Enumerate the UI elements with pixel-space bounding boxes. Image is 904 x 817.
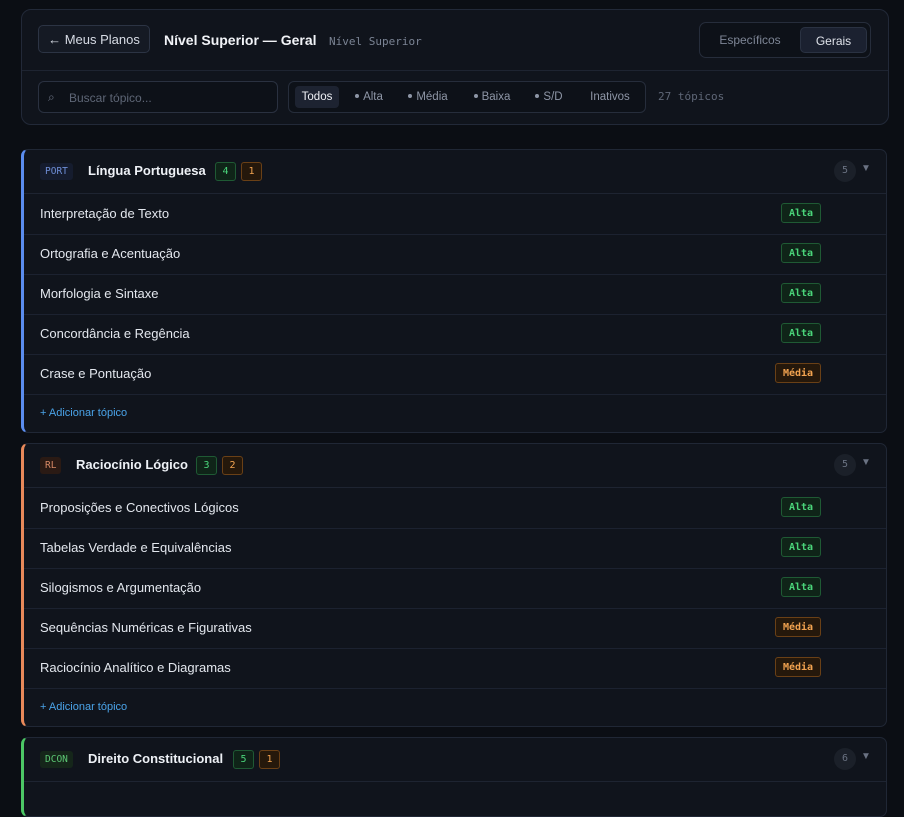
topic-name: Proposições e Conectivos Lógicos	[40, 500, 239, 515]
count-media: 1	[241, 162, 262, 181]
topic-row[interactable]: Morfologia e Sintaxe Alta	[24, 274, 886, 315]
filter-sd[interactable]: S/D	[529, 86, 569, 108]
filter-label: Inativos	[590, 91, 630, 103]
topic-name: Interpretação de Texto	[40, 206, 170, 221]
dot-icon	[355, 93, 360, 98]
topic-count: 27 tópicos	[658, 90, 725, 103]
subject-section-dcon: DCON Direito Constitucional 5 1 6 ▼	[21, 737, 887, 817]
subject-name: Língua Portuguesa	[88, 163, 206, 178]
filter-label: Alta	[363, 91, 383, 103]
topic-row[interactable]: Silogismos e Argumentação Alta	[24, 568, 886, 609]
section-header[interactable]: RL Raciocínio Lógico 3 2 5 ▼	[24, 444, 886, 488]
count-alta: 4	[215, 162, 236, 181]
topic-name: Raciocínio Analítico e Diagramas	[40, 660, 231, 675]
search-input[interactable]	[67, 82, 271, 114]
toggle-especificos[interactable]: Específicos	[704, 27, 796, 53]
subject-section-port: PORT Língua Portuguesa 4 1 5 ▼ Interpret…	[21, 149, 887, 433]
dot-icon	[408, 93, 413, 98]
priority-badge[interactable]: Alta	[781, 323, 821, 343]
search-icon: ⌕	[48, 90, 55, 104]
toolbar-row: ⌕ Todos Alta Média Baixa S/D Inativos 27…	[22, 71, 888, 124]
topic-row[interactable]: Sequências Numéricas e Figurativas Média	[24, 608, 886, 649]
priority-badge[interactable]: Alta	[781, 203, 821, 223]
dot-icon	[535, 93, 540, 98]
topic-row[interactable]: Crase e Pontuação Média	[24, 354, 886, 395]
topic-row[interactable]: Tabelas Verdade e Equivalências Alta	[24, 528, 886, 569]
back-to-plans-button[interactable]: ← Meus Planos	[38, 25, 150, 53]
topic-name: Morfologia e Sintaxe	[40, 286, 159, 301]
chevron-down-icon[interactable]: ▼	[861, 457, 871, 468]
filter-label: Baixa	[481, 91, 511, 103]
subject-code: DCON	[40, 751, 73, 768]
dot-icon	[473, 93, 478, 98]
priority-badge[interactable]: Alta	[781, 497, 821, 517]
topic-name: Crase e Pontuação	[40, 366, 152, 381]
header-row: ← Meus Planos Nível Superior — Geral Nív…	[22, 10, 888, 71]
subject-name: Direito Constitucional	[88, 751, 224, 766]
filter-label: Média	[416, 91, 448, 103]
filter-label: Todos	[301, 91, 333, 103]
priority-badge[interactable]: Alta	[781, 283, 821, 303]
filter-media[interactable]: Média	[403, 86, 453, 108]
priority-filter-group: Todos Alta Média Baixa S/D Inativos	[288, 81, 646, 113]
chevron-down-icon[interactable]: ▼	[861, 751, 871, 762]
count-alta: 3	[196, 456, 217, 475]
add-topic-link[interactable]: + Adicionar tópico	[40, 701, 127, 713]
filter-alta[interactable]: Alta	[349, 86, 389, 108]
priority-badge[interactable]: Alta	[781, 243, 821, 263]
toggle-gerais[interactable]: Gerais	[800, 27, 867, 53]
topic-name: Sequências Numéricas e Figurativas	[40, 620, 252, 635]
search-box[interactable]: ⌕	[38, 81, 278, 114]
topic-row[interactable]: Ortografia e Acentuação Alta	[24, 234, 886, 275]
priority-badge[interactable]: Média	[775, 617, 821, 637]
count-media: 2	[222, 456, 243, 475]
filter-baixa[interactable]: Baixa	[467, 86, 517, 108]
topic-name: Tabelas Verdade e Equivalências	[40, 540, 232, 555]
priority-badge[interactable]: Média	[775, 657, 821, 677]
priority-badge[interactable]: Alta	[781, 577, 821, 597]
filter-label: S/D	[543, 91, 563, 103]
subject-code: RL	[40, 457, 62, 474]
page-subtitle: Nível Superior	[329, 35, 422, 48]
topic-name: Concordância e Regência	[40, 326, 190, 341]
topic-row[interactable]: Raciocínio Analítico e Diagramas Média	[24, 648, 886, 689]
section-header[interactable]: DCON Direito Constitucional 5 1 6 ▼	[24, 738, 886, 782]
filter-todos[interactable]: Todos	[295, 86, 339, 108]
count-media: 1	[259, 750, 280, 769]
page-title: Nível Superior — Geral	[164, 32, 317, 48]
topic-row[interactable]: Proposições e Conectivos Lógicos Alta	[24, 488, 886, 529]
topic-row[interactable]: Concordância e Regência Alta	[24, 314, 886, 355]
priority-badge[interactable]: Alta	[781, 537, 821, 557]
filter-inativos[interactable]: Inativos	[585, 86, 635, 108]
topic-total: 5	[834, 454, 856, 476]
topic-name: Ortografia e Acentuação	[40, 246, 181, 261]
chevron-down-icon[interactable]: ▼	[861, 163, 871, 174]
topic-row[interactable]: Interpretação de Texto Alta	[24, 194, 886, 235]
subject-section-rl: RL Raciocínio Lógico 3 2 5 ▼ Proposições…	[21, 443, 887, 727]
priority-badge[interactable]: Média	[775, 363, 821, 383]
section-header[interactable]: PORT Língua Portuguesa 4 1 5 ▼	[24, 150, 886, 194]
plan-header-card: ← Meus Planos Nível Superior — Geral Nív…	[21, 9, 889, 125]
subject-name: Raciocínio Lógico	[76, 457, 188, 472]
add-topic-link[interactable]: + Adicionar tópico	[40, 407, 127, 419]
topic-total: 5	[834, 160, 856, 182]
subject-code: PORT	[40, 163, 73, 180]
topic-total: 6	[834, 748, 856, 770]
topic-name: Silogismos e Argumentação	[40, 580, 202, 595]
plan-type-toggle: Específicos Gerais	[699, 22, 871, 58]
count-alta: 5	[233, 750, 254, 769]
